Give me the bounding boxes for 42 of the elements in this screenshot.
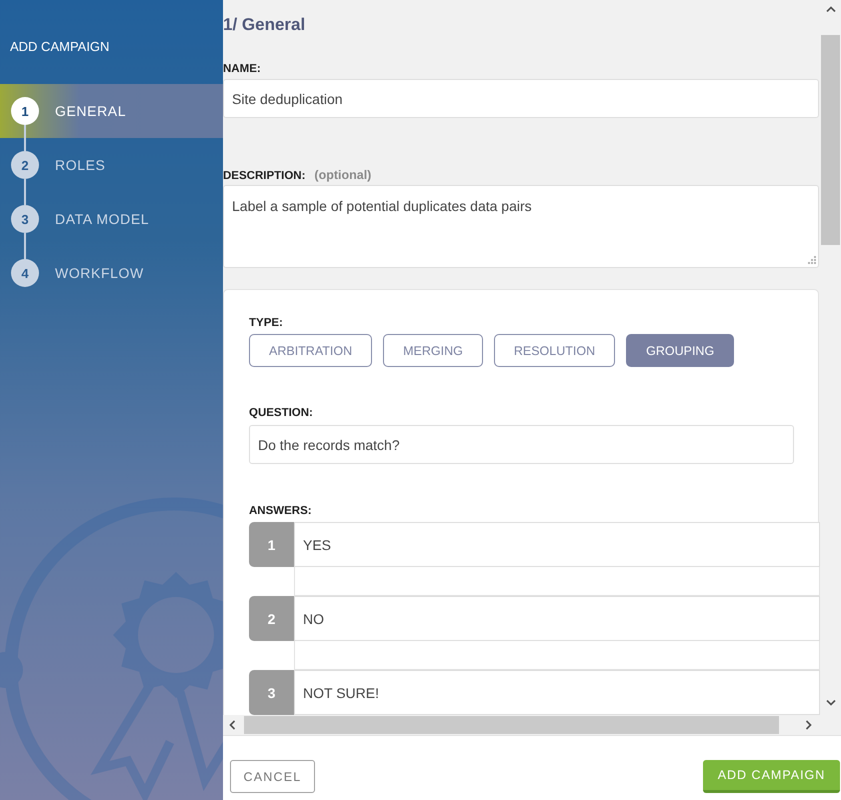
horizontal-scrollbar[interactable] — [223, 715, 841, 735]
chevron-up-icon[interactable] — [826, 6, 836, 12]
question-input[interactable]: Do the records match? — [249, 425, 794, 464]
cancel-button[interactable]: CANCEL — [230, 760, 315, 793]
type-option[interactable]: ARBITRATION — [249, 334, 372, 367]
sidebar-title: ADD CAMPAIGN — [10, 38, 110, 54]
scrollbar-thumb[interactable] — [244, 716, 779, 734]
add-campaign-button[interactable]: ADD CAMPAIGN — [703, 760, 840, 793]
answer-number: 3 — [249, 670, 294, 715]
field-label: TYPE: — [249, 316, 284, 330]
field-label: QUESTION: — [249, 406, 314, 420]
chevron-down-icon[interactable] — [826, 700, 836, 706]
step-number: 2 — [11, 151, 39, 179]
field-label: NAME: — [223, 62, 262, 76]
step-tab[interactable]: 2 ROLES — [0, 138, 223, 192]
chevron-left-icon[interactable] — [229, 720, 235, 730]
answer-number: 1 — [249, 522, 294, 567]
field-label: ANSWERS: — [249, 504, 313, 518]
step-number: 1 — [11, 97, 39, 125]
resize-grip-icon[interactable] — [808, 256, 816, 264]
step-tab[interactable]: 3 DATA MODEL — [0, 192, 223, 246]
answer-detail-field[interactable] — [294, 567, 820, 596]
scrollbar-thumb[interactable] — [821, 35, 840, 245]
answer-number: 2 — [249, 596, 294, 641]
vertical-scrollbar[interactable] — [820, 0, 841, 715]
step-tab[interactable]: 4 WORKFLOW — [0, 246, 223, 300]
step-number: 4 — [11, 259, 39, 287]
answer-input[interactable]: NOT SURE! — [294, 670, 820, 715]
chevron-right-icon[interactable] — [806, 720, 812, 730]
answer-input[interactable]: YES — [294, 522, 820, 567]
step-tab[interactable]: 1 GENERAL — [0, 84, 223, 138]
type-option[interactable]: GROUPING — [626, 334, 734, 367]
answer-detail-field[interactable] — [294, 641, 820, 670]
answer-input[interactable]: NO — [294, 596, 820, 641]
type-option[interactable]: RESOLUTION — [494, 334, 616, 367]
type-option[interactable]: MERGING — [383, 334, 483, 367]
optional-hint: (optional) — [314, 168, 372, 182]
section-heading: 1/ General — [223, 14, 306, 36]
name-input[interactable]: Site deduplication — [223, 79, 819, 118]
field-label: DESCRIPTION: — [223, 169, 306, 183]
description-textarea[interactable]: Label a sample of potential duplicates data pairs — [223, 185, 819, 268]
step-number: 3 — [11, 205, 39, 233]
